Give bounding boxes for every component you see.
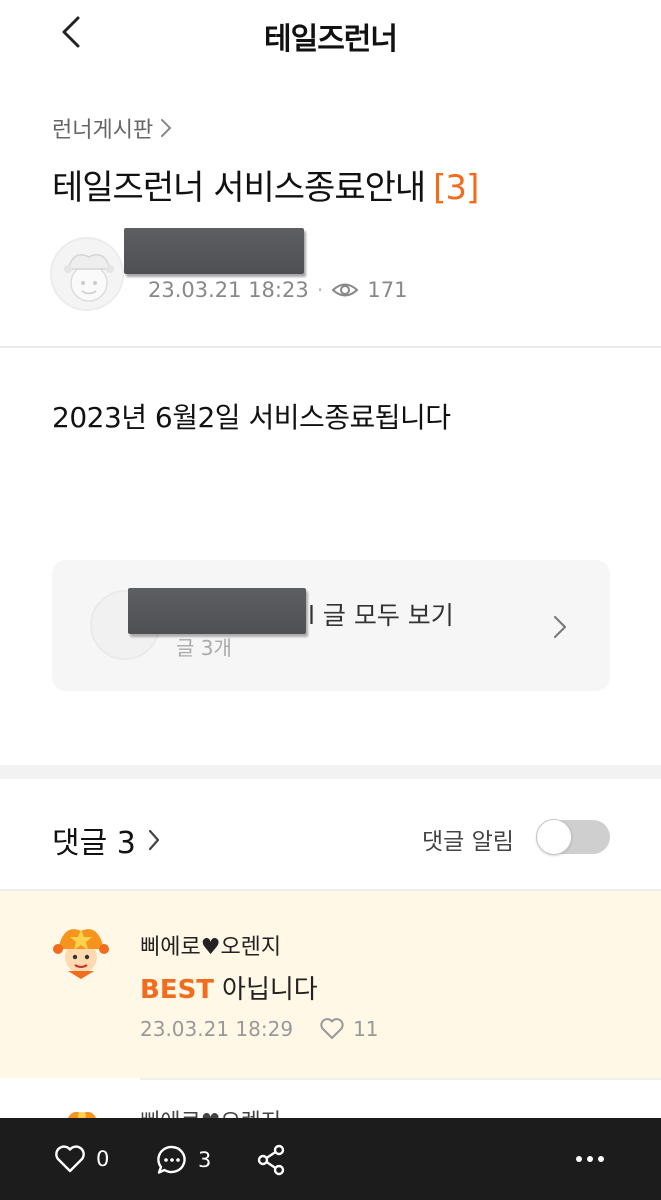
like-count: 0 (96, 1147, 110, 1171)
chevron-right-icon (554, 616, 566, 638)
share-icon (257, 1144, 285, 1176)
chevron-right-icon (148, 829, 159, 851)
more-dots-icon (576, 1156, 604, 1162)
comment-alarm-toggle[interactable] (536, 819, 610, 855)
comment-author[interactable]: 삐에로♥오렌지 (140, 929, 281, 961)
view-count: 171 (367, 278, 408, 302)
comment-date: 23.03.21 18:29 (140, 1017, 294, 1041)
author-card-name-redacted (128, 588, 306, 634)
comment-body: 아닙니다 (222, 975, 318, 1005)
heart-icon (55, 1145, 85, 1173)
post-title-text: 테일즈런너 서비스종료안내 (52, 168, 426, 208)
eye-icon (331, 283, 359, 297)
post-count-label: 글 3개 (176, 636, 232, 660)
post-title: 테일즈런너 서비스종료안내 [3] (52, 160, 479, 209)
more-button[interactable] (574, 1154, 606, 1164)
author-avatar[interactable] (50, 237, 124, 311)
comment-meta: 23.03.21 18:29 11 (140, 1017, 379, 1041)
post-comment-count: [3] (433, 168, 479, 208)
comment-count: 3 (198, 1148, 212, 1172)
bottom-action-bar: 0 3 (0, 1118, 661, 1200)
comments-title: 댓글 3 (52, 826, 136, 861)
toggle-knob (536, 819, 572, 855)
breadcrumb[interactable]: 런너게시판 (52, 112, 173, 144)
meta-separator: · (316, 278, 324, 302)
post-date: 23.03.21 18:23 (148, 278, 309, 302)
view-all-posts-label: l 글 모두 보기 (308, 601, 454, 630)
divider (140, 1078, 661, 1080)
comments-header[interactable]: 댓글 3 (52, 818, 162, 862)
chevron-right-icon (161, 119, 172, 137)
post-page: 테일즈런너 런너게시판 테일즈런너 서비스종료안내 [3] 23.03.21 18… (0, 0, 661, 1200)
heart-icon (320, 1018, 344, 1039)
post-meta: 23.03.21 18:23 · 171 (148, 276, 408, 304)
comment-button[interactable]: 3 (156, 1144, 211, 1176)
page-title: 테일즈런너 (264, 22, 398, 57)
breadcrumb-label: 런너게시판 (52, 118, 154, 143)
like-button[interactable]: 0 (54, 1144, 109, 1174)
best-badge: BEST (140, 975, 215, 1005)
comment-text: BEST 아닙니다 (140, 969, 318, 1006)
share-button[interactable] (256, 1144, 286, 1176)
comment-alarm-label: 댓글 알림 (422, 829, 514, 855)
section-divider (0, 765, 661, 779)
orange-jester-avatar-icon (53, 929, 109, 979)
best-comment: 삐에로♥오렌지 BEST 아닙니다 23.03.21 18:29 11 (0, 891, 661, 1078)
commenter-avatar[interactable] (50, 921, 112, 983)
speech-bubble-icon (157, 1145, 186, 1174)
author-posts-card[interactable]: l 글 모두 보기 글 3개 (52, 560, 610, 691)
comment-like-count: 11 (353, 1017, 379, 1041)
jester-avatar-icon (64, 254, 114, 302)
author-name-redacted (124, 228, 304, 274)
post-body: 2023년 6월2일 서비스종료됩니다 (52, 401, 451, 434)
top-header: 테일즈런너 (0, 0, 661, 64)
comment-like-button[interactable]: 11 (319, 1017, 379, 1041)
divider (0, 346, 661, 348)
